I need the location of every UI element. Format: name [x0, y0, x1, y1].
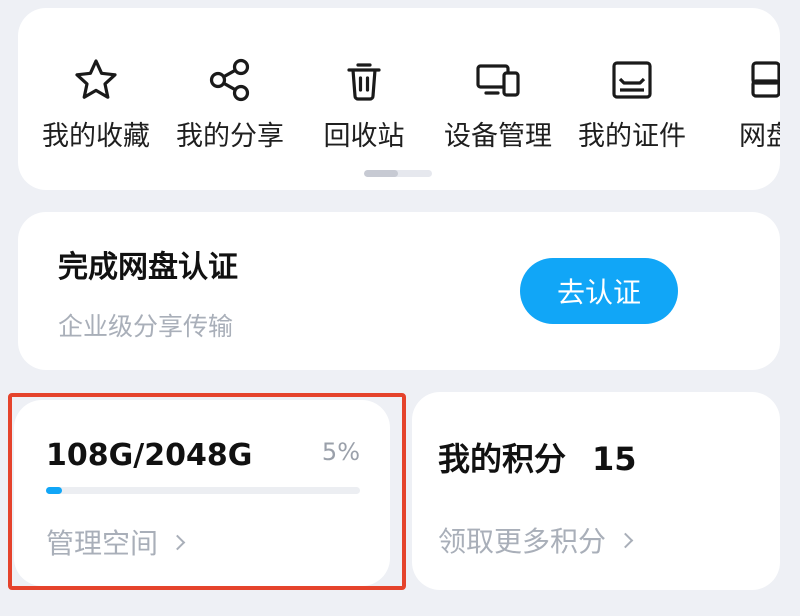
cloud-drive-icon — [740, 54, 780, 106]
share-icon — [204, 54, 256, 106]
storage-percent: 5% — [321, 438, 360, 466]
bottom-strip — [0, 602, 800, 616]
shortcut-my-documents[interactable]: 我的证件 — [564, 54, 700, 153]
shortcut-device-management[interactable]: 设备管理 — [430, 54, 566, 153]
shortcut-cloud-drive[interactable]: 网盘 — [698, 54, 780, 153]
shortcut-label: 我的分享 — [176, 121, 284, 152]
id-card-icon — [606, 54, 658, 106]
get-more-points-link[interactable]: 领取更多积分 — [438, 520, 634, 560]
shortcuts-card: 我的收藏 我的分享 回收站 设备管理 我的证件 网盘 — [18, 8, 780, 190]
manage-space-label: 管理空间 — [46, 527, 159, 560]
certification-card: 完成网盘认证 企业级分享传输 去认证 — [18, 212, 780, 370]
star-icon — [70, 54, 122, 106]
points-title-row: 我的积分 15 — [438, 434, 637, 480]
shortcut-label: 回收站 — [323, 121, 405, 152]
points-card[interactable]: 我的积分 15 领取更多积分 — [412, 392, 780, 590]
devices-icon — [472, 54, 524, 106]
points-value: 15 — [592, 440, 637, 478]
shortcut-label: 我的收藏 — [42, 121, 150, 152]
shortcut-label: 网盘 — [739, 121, 780, 152]
get-more-points-label: 领取更多积分 — [438, 525, 607, 558]
storage-progress-fill — [46, 487, 62, 494]
chevron-right-icon — [617, 532, 634, 548]
storage-progress-bar — [46, 487, 360, 494]
page-indicator — [364, 170, 432, 177]
storage-used: 108G/2048G — [46, 438, 253, 473]
shortcut-favorites[interactable]: 我的收藏 — [28, 54, 164, 153]
points-title: 我的积分 — [438, 440, 567, 478]
chevron-right-icon — [169, 534, 186, 550]
shortcut-label: 设备管理 — [444, 121, 552, 152]
shortcut-label: 我的证件 — [578, 121, 686, 152]
shortcut-recycle-bin[interactable]: 回收站 — [296, 54, 432, 153]
certification-subtitle: 企业级分享传输 — [58, 312, 234, 341]
trash-icon — [338, 54, 390, 106]
certification-title: 完成网盘认证 — [58, 250, 238, 285]
shortcut-shares[interactable]: 我的分享 — [162, 54, 298, 153]
go-certify-button[interactable]: 去认证 — [520, 258, 678, 324]
storage-card[interactable]: 108G/2048G 5% 管理空间 — [14, 400, 390, 586]
manage-space-link[interactable]: 管理空间 — [46, 522, 186, 562]
page-indicator-thumb — [364, 170, 398, 177]
